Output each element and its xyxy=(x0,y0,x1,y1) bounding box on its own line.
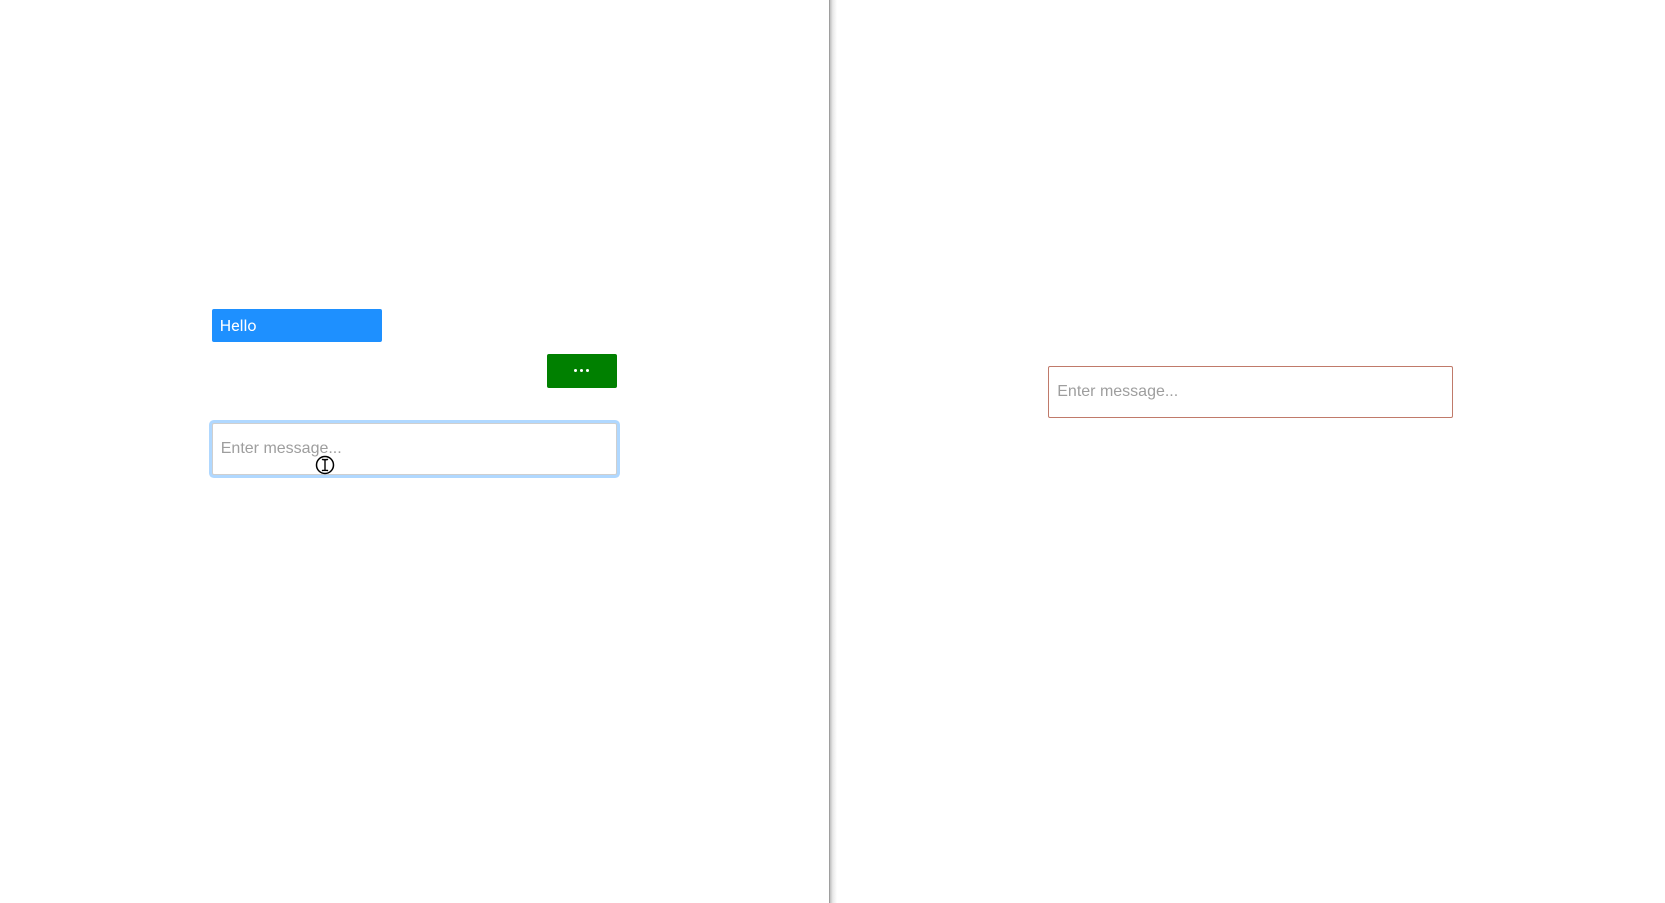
pane-divider[interactable] xyxy=(829,0,837,903)
split-container: Hello xyxy=(0,0,1665,903)
message-text: Hello xyxy=(220,316,257,335)
message-input-left[interactable] xyxy=(212,423,617,475)
message-outgoing: Hello xyxy=(212,309,382,342)
ellipsis-icon xyxy=(574,369,589,372)
left-pane: Hello xyxy=(0,0,829,903)
right-chat-area xyxy=(1048,366,1453,418)
right-pane xyxy=(837,0,1665,903)
message-input-right[interactable] xyxy=(1048,366,1453,418)
typing-indicator xyxy=(547,354,617,388)
left-chat-area: Hello xyxy=(212,309,617,475)
